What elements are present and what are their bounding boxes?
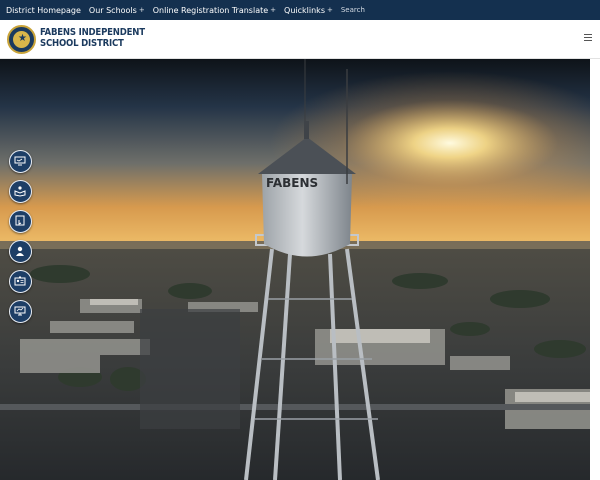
hamburger-menu-icon[interactable] — [584, 34, 592, 42]
water-tower-sunset-photo: FABENS — [0, 59, 600, 480]
book-reader-icon[interactable] — [9, 180, 32, 203]
monitor-icon[interactable] — [9, 150, 32, 173]
nav-district-homepage[interactable]: District Homepage — [6, 6, 81, 15]
top-navigation-bar: District Homepage Our Schools + Online Re… — [0, 0, 600, 20]
quick-nav-bar — [9, 150, 32, 330]
computer-icon[interactable] — [9, 300, 32, 323]
site-header: ★ FABENS INDEPENDENT SCHOOL DISTRICT — [0, 20, 600, 59]
plus-icon: + — [138, 6, 145, 14]
nav-our-schools[interactable]: Our Schools + — [89, 6, 145, 15]
id-card-icon[interactable] — [9, 270, 32, 293]
nav-online-registration-translate[interactable]: Online Registration Translate + — [153, 6, 276, 15]
district-seal-icon[interactable]: ★ — [7, 25, 36, 54]
plus-icon: + — [326, 6, 333, 14]
person-icon[interactable] — [9, 240, 32, 263]
nav-quicklinks[interactable]: Quicklinks + — [284, 6, 333, 15]
search-link[interactable]: Search — [341, 6, 365, 14]
district-name[interactable]: FABENS INDEPENDENT SCHOOL DISTRICT — [40, 27, 150, 49]
plus-icon: + — [270, 6, 277, 14]
tablet-hand-icon[interactable] — [9, 210, 32, 233]
hero-image: FABENS — [0, 59, 600, 480]
tower-text: FABENS — [266, 176, 318, 190]
